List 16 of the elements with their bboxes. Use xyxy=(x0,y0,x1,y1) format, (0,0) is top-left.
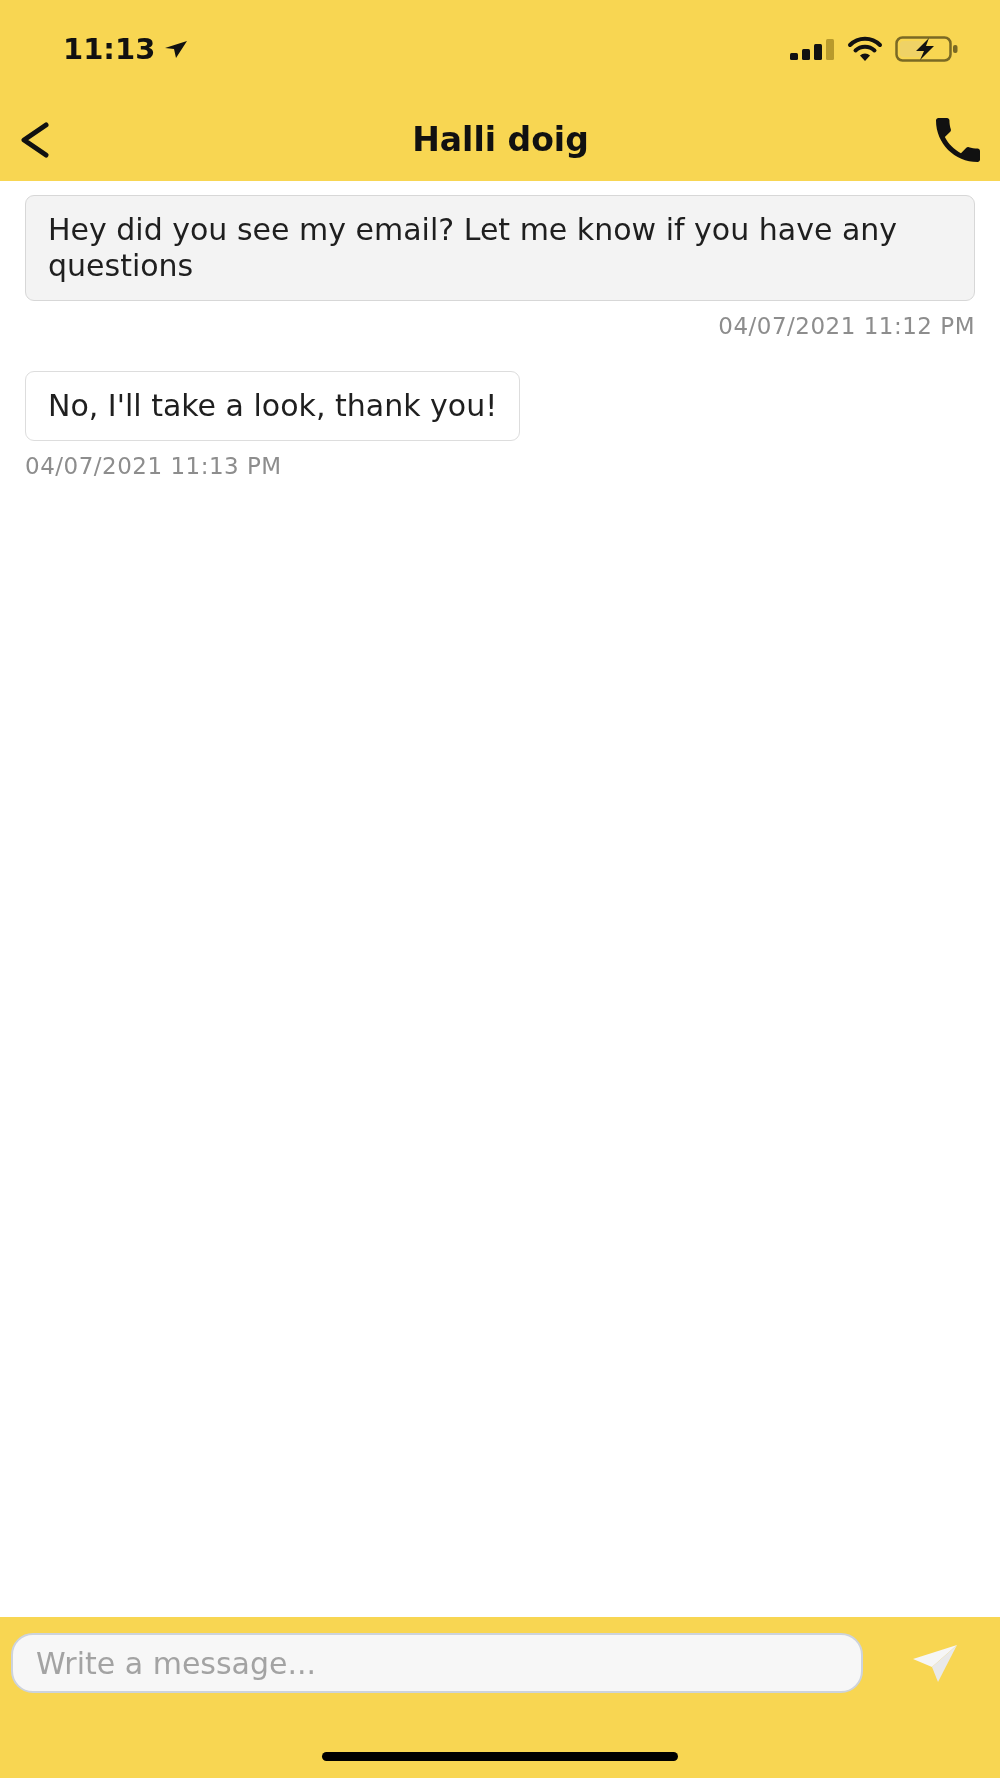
back-icon xyxy=(19,121,50,158)
contact-name: Halli doig xyxy=(412,119,589,160)
status-time: 11:13 xyxy=(63,32,156,66)
signal-icon xyxy=(790,38,835,60)
location-arrow-icon xyxy=(165,40,188,58)
message-timestamp: 04/07/2021 11:13 PM xyxy=(25,452,282,480)
message-bubble: No, I'll take a look, thank you! xyxy=(25,371,521,441)
battery-charging-icon xyxy=(895,36,958,62)
message-bubble: Hey did you see my email? Let me know if you have any questions xyxy=(25,195,975,301)
back-button[interactable] xyxy=(19,121,50,158)
message-timestamp: 04/07/2021 11:12 PM xyxy=(718,312,975,340)
phone-icon xyxy=(934,117,982,162)
message-input[interactable]: Write a message... xyxy=(11,1633,863,1693)
wifi-icon xyxy=(847,36,883,62)
call-button[interactable] xyxy=(934,117,982,162)
paper-plane-icon xyxy=(913,1644,957,1682)
